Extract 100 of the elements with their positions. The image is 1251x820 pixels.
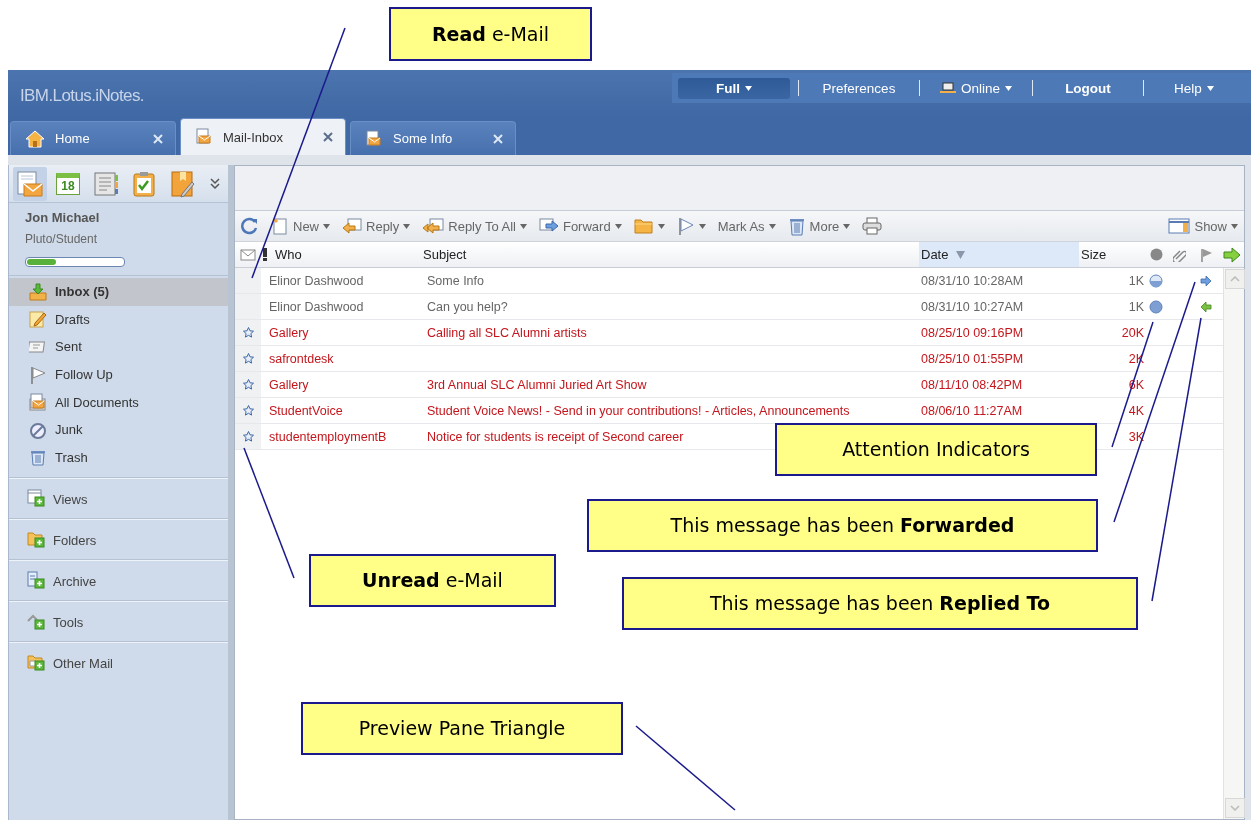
show-button[interactable]: Show	[1166, 217, 1240, 235]
column-header[interactable]: Size	[1079, 242, 1146, 267]
size-cell-text: 1K	[1127, 273, 1145, 288]
paperclip-icon	[1173, 247, 1186, 262]
caret-icon	[768, 223, 776, 229]
folder-item[interactable]: Junk	[9, 415, 228, 444]
flag-icon	[1199, 247, 1213, 262]
user-name: Jon Michael	[25, 210, 101, 225]
app-logo: IBM.Lotus.iNotes.	[20, 86, 144, 106]
column-header[interactable]: Subject	[421, 242, 919, 267]
right-arrow-icon	[1200, 274, 1212, 287]
menu-button[interactable]: Help	[1144, 77, 1244, 99]
date-cell-text: 08/11/10 08:42PM	[920, 377, 1024, 392]
envelope-icon	[240, 247, 256, 262]
folder-icon	[27, 530, 47, 551]
section-header[interactable]: Other Mail	[9, 642, 228, 684]
circle-icon	[1149, 299, 1163, 314]
date-cell-text: 08/25/10 09:16PM	[920, 325, 1025, 340]
sort-down-icon	[956, 250, 966, 259]
toolbar-button[interactable]: Mark As	[715, 218, 778, 234]
toolbar-button[interactable]: Forward	[536, 217, 624, 235]
printer-icon	[862, 217, 883, 235]
star-icon	[242, 405, 254, 416]
folder-item[interactable]: All Documents	[9, 388, 228, 416]
inbox-icon	[29, 282, 47, 301]
toolbar-button[interactable]: Reply	[340, 217, 413, 235]
flag-icon	[676, 217, 695, 235]
size-cell-text: 1K	[1127, 299, 1145, 314]
tab[interactable]: Some Info	[350, 121, 516, 155]
message-row[interactable]: Gallery Calling all SLC Alumni artists 08/25/10 09:16PM 20K	[235, 320, 1223, 346]
sender-cell-text: Gallery	[268, 377, 310, 392]
app-switch-button[interactable]	[13, 166, 47, 201]
caret-icon	[657, 223, 665, 229]
no-entry-icon	[29, 420, 47, 439]
subject-cell-text: Student Voice News! - Send in your contributions! - Articles, Announcements	[426, 403, 851, 418]
folder-item[interactable]: Drafts	[9, 305, 228, 334]
menu-button[interactable]: Online	[920, 77, 1032, 99]
mail-document-icon	[365, 129, 383, 148]
message-row[interactable]: Elinor Dashwood Can you help? 08/31/10 10:27AM 1K	[235, 294, 1223, 320]
callout-label: Attention Indicators	[775, 423, 1097, 476]
date-cell-text: 08/25/10 01:55PM	[920, 351, 1025, 366]
views-icon	[27, 489, 47, 510]
new-document-icon	[271, 217, 289, 235]
folder-item[interactable]: Trash	[9, 443, 228, 472]
sender-cell-text: safrontdesk	[268, 351, 335, 366]
chevron-down-icon	[1230, 805, 1240, 811]
callout-label: Read e-Mail	[389, 7, 592, 61]
star-icon	[242, 379, 254, 390]
sender-cell-text: Gallery	[268, 325, 310, 340]
caret-icon	[519, 223, 527, 229]
refresh-icon	[241, 217, 259, 235]
section-header[interactable]: Folders	[9, 519, 228, 561]
caret-icon	[1005, 85, 1012, 91]
section-header[interactable]: Archive	[9, 560, 228, 602]
left-arrow-icon	[1200, 300, 1212, 313]
archive-icon	[27, 571, 47, 592]
menu-button[interactable]: Full	[678, 77, 790, 99]
callout-label: Preview Pane Triangle	[301, 702, 623, 755]
size-cell-text: 4K	[1127, 403, 1145, 418]
toolbar-button[interactable]: More	[785, 216, 853, 236]
date-cell-text: 08/31/10 10:28AM	[920, 273, 1025, 288]
column-header[interactable]: Who	[261, 242, 421, 267]
column-header[interactable]: Date	[919, 242, 1079, 267]
user-organization: Pluto/Student	[25, 232, 99, 246]
subject-cell-text: Can you help?	[426, 299, 509, 314]
tools-icon	[27, 612, 47, 633]
documents-icon	[29, 393, 47, 412]
caret-icon	[843, 223, 851, 229]
folder-item[interactable]: Sent	[9, 333, 228, 361]
toolbar-button[interactable]: New	[269, 217, 332, 235]
toolbar-button[interactable]: Reply To All	[420, 217, 529, 235]
caret-icon	[614, 223, 622, 229]
pencil-note-icon	[29, 310, 47, 329]
star-icon	[242, 327, 254, 338]
sender-cell-text: Elinor Dashwood	[268, 273, 365, 288]
preferences-link[interactable]: Preferences	[799, 77, 919, 99]
folder-item[interactable]: Inbox (5)	[9, 278, 228, 306]
logout-link[interactable]: Logout	[1033, 77, 1143, 99]
contacts-icon	[92, 169, 120, 198]
calendar-icon[interactable]: 18	[56, 172, 80, 195]
tab[interactable]: Home	[10, 121, 176, 155]
toolbar-button[interactable]	[631, 217, 667, 235]
section-header[interactable]: Tools	[9, 601, 228, 643]
subject-cell-text: 3rd Annual SLC Alumni Juried Art Show	[426, 377, 648, 392]
toolbar-button[interactable]	[860, 217, 885, 235]
folder-item[interactable]: Follow Up	[9, 360, 228, 389]
tab[interactable]: Mail-Inbox	[180, 118, 346, 155]
section-header[interactable]: Views	[9, 478, 228, 520]
subject-cell-text: Some Info	[426, 273, 485, 288]
circle-icon	[1149, 248, 1163, 261]
message-row[interactable]: Elinor Dashwood Some Info 08/31/10 10:28AM 1K	[235, 268, 1223, 294]
mail-document-icon	[195, 128, 213, 146]
caret-icon	[698, 223, 706, 229]
mail-icon	[16, 169, 44, 198]
callout-label: Unread e-Mail	[309, 554, 556, 607]
chevron-up-icon	[1230, 276, 1240, 282]
close-icon[interactable]	[323, 132, 333, 142]
caret-icon	[323, 223, 330, 229]
forward-icon	[538, 217, 559, 235]
app-switch-button[interactable]: 18	[51, 166, 85, 201]
